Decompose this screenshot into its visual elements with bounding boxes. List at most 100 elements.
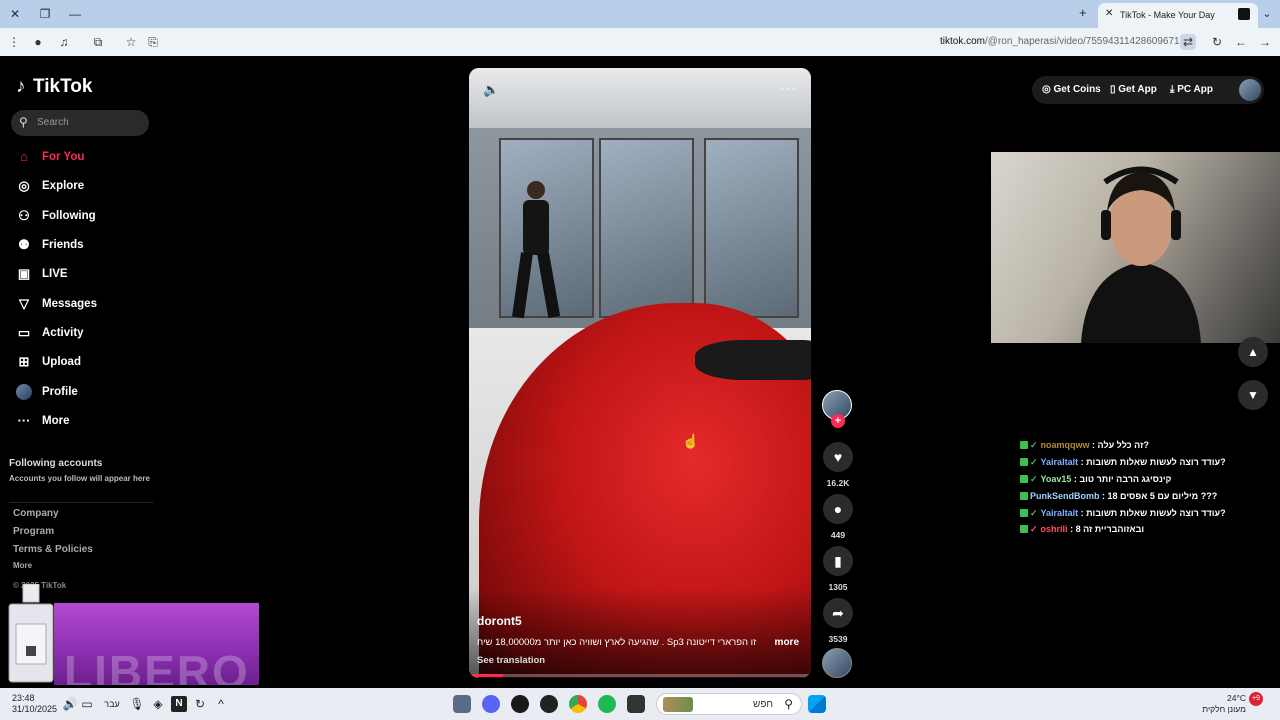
save-count: 1305 <box>828 582 848 592</box>
footer-more[interactable]: More <box>13 561 32 570</box>
extensions-icon[interactable]: ⧉ <box>90 34 106 50</box>
chat-user: Yoav15 <box>1040 474 1072 484</box>
url-field[interactable]: tiktok.com/@ron_haperasi/video/755943114… <box>940 36 1191 47</box>
pencil-icon: ✓ <box>1030 524 1038 534</box>
chevron-down-icon[interactable]: ⌄ <box>1258 5 1276 23</box>
video-menu-dots-icon[interactable]: ··· <box>780 80 797 96</box>
get-app-button[interactable]: ▯ Get App <box>1110 84 1157 95</box>
video-window <box>704 138 799 318</box>
user-avatar[interactable] <box>1239 79 1261 101</box>
activity-icon: ▭ <box>17 325 31 340</box>
restore-window-icon[interactable]: ❐ <box>36 5 54 23</box>
chat-separator: : <box>1067 524 1076 534</box>
next-video-button[interactable]: ▼ <box>1238 380 1268 410</box>
pencil-icon: ✓ <box>1030 440 1038 450</box>
close-tab-icon[interactable]: ✕ <box>1105 8 1113 19</box>
video-username[interactable]: doront5 <box>477 614 522 628</box>
nav-upload[interactable]: ⊞ Upload <box>16 353 156 373</box>
search-icon: ⚲ <box>784 697 793 711</box>
reload-icon[interactable]: ↻ <box>1209 34 1225 50</box>
pencil-icon: ✓ <box>1030 508 1038 518</box>
like-button[interactable]: ♥ 16.2K <box>822 442 854 488</box>
nav-activity[interactable]: ▭ Activity <box>16 324 156 344</box>
nav-friends[interactable]: ⚉ Friends <box>16 236 156 256</box>
profile-icon[interactable]: ● <box>30 34 46 50</box>
nav-following[interactable]: ⚇ Following <box>16 207 156 227</box>
chat-text: מיליום עם 5 אפסים 18 ??? <box>1107 491 1218 501</box>
save-button[interactable]: ▮ 1305 <box>822 546 854 592</box>
address-bar: ⋮ ● ♫ ⧉ ☆ ⎘ tiktok.com/@ron_haperasi/vid… <box>0 28 1280 56</box>
follow-plus-icon[interactable]: + <box>831 414 845 428</box>
search-input[interactable]: ⚲ Search <box>11 110 149 136</box>
close-window-icon[interactable]: ✕ <box>6 5 24 23</box>
see-translation-link[interactable]: See translation <box>477 655 545 666</box>
weather-desc: מעונן חלקית <box>1202 704 1246 714</box>
speaker-icon[interactable]: 🔊 <box>62 696 78 712</box>
taskbar-search-placeholder: חפש <box>753 699 773 710</box>
footer-program[interactable]: Program <box>13 526 54 537</box>
translate-icon[interactable]: ⇄ <box>1180 34 1196 50</box>
language-indicator[interactable]: עבר <box>100 696 124 712</box>
video-player[interactable]: 🔈 ··· doront5 שהגיעה לארץ ושוויה כאן יות… <box>469 68 811 678</box>
footer-company[interactable]: Company <box>13 508 59 519</box>
nav-label: Activity <box>42 327 84 339</box>
network-icon[interactable]: ▭ <box>79 696 95 712</box>
video-progress-bar[interactable] <box>469 674 811 677</box>
chat-user: Yairaltalt <box>1040 508 1079 518</box>
streamer-figure <box>1081 166 1201 343</box>
caption-more-button[interactable]: more <box>775 637 799 648</box>
nav-profile[interactable]: Profile <box>16 383 156 403</box>
chat-message: ✓ Yoav15 : קינסיגג הרבה יותר טוב <box>1020 474 1171 485</box>
nav-more[interactable]: ··· More <box>16 412 156 432</box>
chrome-app-icon[interactable] <box>569 695 587 713</box>
chevron-up-icon[interactable]: ^ <box>213 696 229 712</box>
screenshot-icon[interactable]: ⎘ <box>145 34 161 50</box>
spotify-app-icon[interactable] <box>598 695 616 713</box>
chat-message: ✓ Yairaltalt : עודד רוצה לעשות שאלות תשוב… <box>1020 457 1226 468</box>
taskbar: 23:48 31/10/2025 🔊 ▭ עבר 🎙 ◈ N ↻ ^ חפש ⚲… <box>0 688 1280 720</box>
pc-app-button[interactable]: ⤓ PC App <box>1170 84 1213 95</box>
microphone-icon[interactable]: 🎙 <box>129 696 145 712</box>
new-tab-icon[interactable]: + <box>1079 5 1087 20</box>
chat-text: עודד רוצה לעשות שאלות תשובות? <box>1086 508 1226 518</box>
weather-temp: 24°C <box>1227 693 1246 703</box>
sync-icon[interactable]: ↻ <box>192 696 208 712</box>
nav-for-you[interactable]: ⌂ For You <box>16 148 156 168</box>
chat-separator: : <box>1078 508 1087 518</box>
minimize-window-icon[interactable]: — <box>66 5 84 23</box>
chat-badge-icon <box>1020 509 1028 517</box>
bookmark-star-icon[interactable]: ☆ <box>123 34 139 50</box>
windows-start-icon[interactable] <box>808 695 826 713</box>
volume-icon[interactable]: 🔈 <box>483 82 499 98</box>
url-path: /@ron_haperasi/video/7559431142860967175 <box>985 36 1191 47</box>
taskbar-search-input[interactable]: חפש ⚲ <box>656 693 802 715</box>
forward-icon[interactable]: → <box>1257 34 1273 50</box>
browser-tab[interactable]: ✕ TikTok - Make Your Day <box>1098 3 1258 28</box>
menu-dots-icon[interactable]: ⋮ <box>6 34 22 50</box>
pencil-icon: ✓ <box>1030 457 1038 467</box>
discord-app-icon[interactable] <box>482 695 500 713</box>
notion-icon[interactable]: N <box>171 696 187 712</box>
tray-app-icon[interactable]: ◈ <box>150 696 166 712</box>
previous-video-button[interactable]: ▲ <box>1238 337 1268 367</box>
nav-live[interactable]: ▣ LIVE <box>16 265 156 285</box>
footer-terms[interactable]: Terms & Policies <box>13 544 93 555</box>
terminal-app-icon[interactable] <box>627 695 645 713</box>
clock[interactable]: 23:48 31/10/2025 <box>12 693 57 715</box>
get-coins-button[interactable]: ◎ Get Coins <box>1042 84 1101 95</box>
pencil-icon: ✓ <box>1030 474 1038 484</box>
nav-messages[interactable]: ▽ Messages <box>16 295 156 315</box>
calculator-app-icon[interactable] <box>453 695 471 713</box>
back-icon[interactable]: ← <box>1233 34 1249 50</box>
comment-button[interactable]: ● 449 <box>822 494 854 540</box>
obs-app-icon[interactable] <box>511 695 529 713</box>
nav-explore[interactable]: ◎ Explore <box>16 177 156 197</box>
recorder-app-icon[interactable] <box>540 695 558 713</box>
weather-widget[interactable]: 24°C מעונן חלקית <box>1200 693 1246 715</box>
sound-avatar[interactable] <box>822 648 852 678</box>
share-button[interactable]: ➦ 3539 <box>822 598 854 644</box>
following-accounts-subtitle: Accounts you follow will appear here <box>9 474 150 483</box>
nav-label: LIVE <box>42 268 68 280</box>
media-icon[interactable]: ♫ <box>56 34 72 50</box>
tiktok-logo[interactable]: ♪ TikTok <box>16 76 92 98</box>
